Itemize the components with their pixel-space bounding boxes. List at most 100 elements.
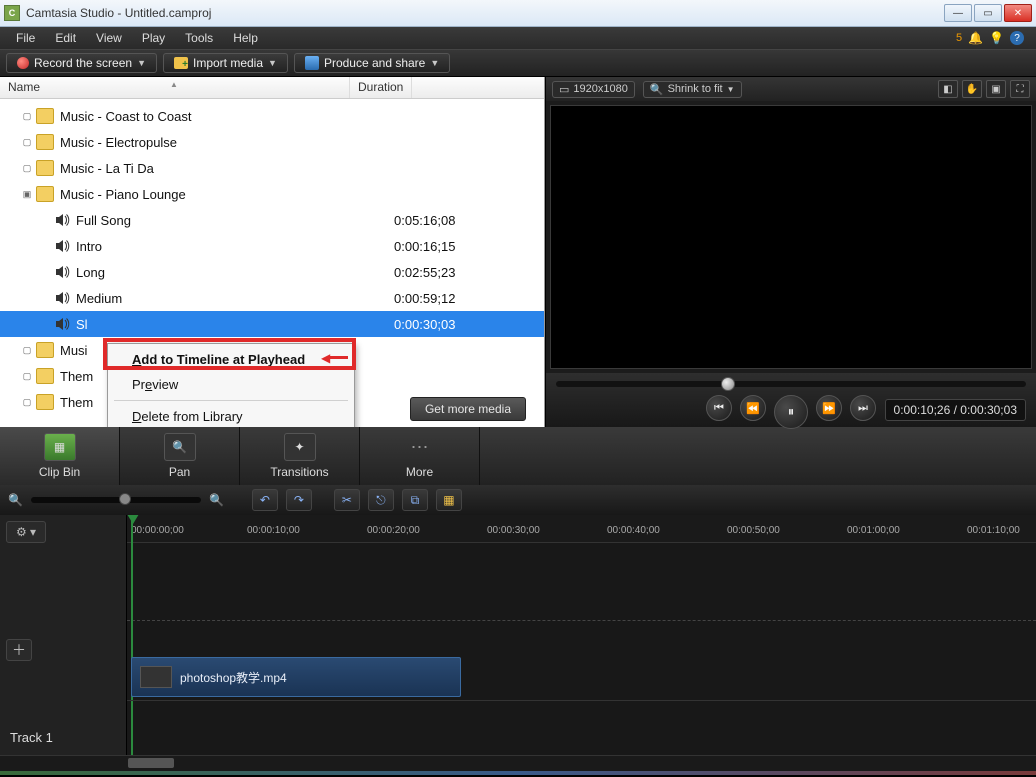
expand-icon[interactable]: ▢ [18, 371, 36, 382]
zoom-out-icon[interactable]: 🔍 [8, 493, 23, 507]
col-name[interactable]: Name [0, 77, 350, 98]
get-more-media-button[interactable]: Get more media [410, 397, 526, 421]
tree-item[interactable]: Long0:02:55;23 [0, 259, 544, 285]
column-headers: Name Duration [0, 77, 544, 99]
help-icon[interactable]: ? [1010, 31, 1024, 45]
playhead[interactable] [131, 515, 133, 755]
tab-pan[interactable]: 🔍Pan [120, 427, 240, 485]
detach-icon[interactable]: ▣ [986, 80, 1006, 98]
prev-button[interactable]: ⏮ [706, 395, 732, 421]
redo-button[interactable]: ↷ [286, 489, 312, 511]
ctx-label: dd to Timeline at Playhead [141, 352, 305, 367]
tree-item-selected[interactable]: Sl0:00:30;03 [0, 311, 544, 337]
undo-button[interactable]: ↶ [252, 489, 278, 511]
folder-icon [174, 57, 188, 69]
produce-icon [305, 56, 319, 70]
menu-help[interactable]: Help [223, 31, 268, 45]
folder-icon [36, 160, 54, 176]
search-icon: 🔍 [650, 83, 664, 96]
crop-icon[interactable]: ◧ [938, 80, 958, 98]
item-name: Sl [76, 317, 390, 332]
ctx-add-timeline[interactable]: Add to Timeline at Playhead [110, 347, 352, 372]
tree-folder[interactable]: ▢Music - La Ti Da [0, 155, 544, 181]
window-title: Camtasia Studio - Untitled.camproj [26, 6, 211, 20]
copy-button[interactable]: ⧉ [402, 489, 428, 511]
record-button[interactable]: Record the screen ▼ [6, 53, 157, 73]
bell-icon[interactable]: 🔔 [968, 31, 983, 45]
timeline-panel: 🔍 🔍 ↶ ↷ ✂ ⎋ ⧉ ▦ ⚙ ▾ ＋ Track 1 00:00:00;0… [0, 485, 1036, 775]
tree-folder[interactable]: ▣Music - Piano Lounge [0, 181, 544, 207]
clip-thumbnail [140, 666, 172, 688]
menu-view[interactable]: View [86, 31, 132, 45]
expand-icon[interactable]: ▢ [18, 397, 36, 408]
menu-edit[interactable]: Edit [45, 31, 86, 45]
produce-button[interactable]: Produce and share ▼ [294, 53, 450, 73]
bulb-icon[interactable]: 💡 [989, 31, 1004, 45]
tab-transitions[interactable]: ✦Transitions [240, 427, 360, 485]
tree-item[interactable]: Medium0:00:59;12 [0, 285, 544, 311]
fullscreen-icon[interactable]: ⛶ [1010, 80, 1030, 98]
clip-block[interactable]: photoshop教学.mp4 [131, 657, 461, 697]
timeline-toolbar: 🔍 🔍 ↶ ↷ ✂ ⎋ ⧉ ▦ [0, 485, 1036, 515]
tab-more[interactable]: ⋯More [360, 427, 480, 485]
minimize-button[interactable]: — [944, 4, 972, 22]
ctx-preview[interactable]: Preview [110, 372, 352, 397]
clip-bin-panel: Name Duration ▢Music - Coast to Coast ▢M… [0, 77, 545, 427]
collapse-icon[interactable]: ▣ [18, 189, 36, 200]
tab-clip-bin[interactable]: ▦Clip Bin [0, 427, 120, 485]
next-button[interactable]: ⏭ [850, 395, 876, 421]
add-track-button[interactable]: ＋ [6, 639, 32, 661]
item-duration: 0:02:55;23 [390, 265, 455, 280]
transitions-icon: ✦ [284, 433, 316, 461]
forward-button[interactable]: ⏩ [816, 395, 842, 421]
folder-icon [36, 108, 54, 124]
expand-icon[interactable]: ▢ [18, 345, 36, 356]
menu-file[interactable]: File [6, 31, 45, 45]
expand-icon[interactable]: ▢ [18, 111, 36, 122]
hand-icon[interactable]: ✋ [962, 80, 982, 98]
close-button[interactable]: ✕ [1004, 4, 1032, 22]
timeline-tracks[interactable]: 00:00:00;00 00:00:10;00 00:00:20;00 00:0… [127, 515, 1036, 755]
col-duration[interactable]: Duration [350, 77, 412, 98]
zoom-in-icon[interactable]: 🔍 [209, 493, 224, 507]
expand-icon[interactable]: ▢ [18, 137, 36, 148]
menu-play[interactable]: Play [132, 31, 175, 45]
timecode-display: 0:00:10;26 / 0:00:30;03 [885, 399, 1026, 421]
ruler-tick: 00:00:30;00 [487, 525, 540, 536]
import-button[interactable]: Import media ▼ [163, 53, 288, 73]
track-row[interactable]: photoshop教学.mp4 [127, 655, 1036, 701]
tree-item[interactable]: Intro0:00:16;15 [0, 233, 544, 259]
arrow-annotation [321, 349, 348, 367]
import-label: Import media [193, 56, 263, 70]
dimensions-pill[interactable]: ▭1920x1080 [552, 81, 635, 98]
tab-label: Clip Bin [39, 465, 80, 479]
cut-button[interactable]: ✂ [334, 489, 360, 511]
chevron-down-icon: ▼ [137, 58, 146, 68]
timeline-ruler[interactable]: 00:00:00;00 00:00:10;00 00:00:20;00 00:0… [127, 515, 1036, 543]
seek-slider[interactable] [556, 381, 1026, 387]
track-label[interactable]: Track 1 [0, 720, 126, 755]
timeline-scrollbar[interactable] [0, 755, 1036, 771]
preview-canvas[interactable] [550, 105, 1032, 369]
maximize-button[interactable]: ▭ [974, 4, 1002, 22]
item-duration: 0:00:59;12 [390, 291, 455, 306]
tree-folder[interactable]: ▢Music - Electropulse [0, 129, 544, 155]
zoom-slider[interactable] [31, 497, 201, 503]
rewind-button[interactable]: ⏪ [740, 395, 766, 421]
split-button[interactable]: ⎋ [368, 489, 394, 511]
timeline-settings-button[interactable]: ⚙ ▾ [6, 521, 46, 543]
ruler-tick: 00:00:20;00 [367, 525, 420, 536]
audio-icon [54, 290, 70, 306]
empty-track-area [127, 543, 1036, 621]
ctx-delete[interactable]: Delete from Library [110, 404, 352, 427]
preview-toolbar: ▭1920x1080 🔍Shrink to fit▼ ◧ ✋ ▣ ⛶ [546, 77, 1036, 101]
tab-label: Pan [169, 465, 190, 479]
menu-tools[interactable]: Tools [175, 31, 223, 45]
zoom-pill[interactable]: 🔍Shrink to fit▼ [643, 81, 742, 98]
pause-button[interactable]: ⏸ [774, 395, 808, 429]
expand-icon[interactable]: ▢ [18, 163, 36, 174]
tree-folder[interactable]: ▢Music - Coast to Coast [0, 103, 544, 129]
item-duration: 0:05:16;08 [390, 213, 455, 228]
paste-button[interactable]: ▦ [436, 489, 462, 511]
tree-item[interactable]: Full Song0:05:16;08 [0, 207, 544, 233]
